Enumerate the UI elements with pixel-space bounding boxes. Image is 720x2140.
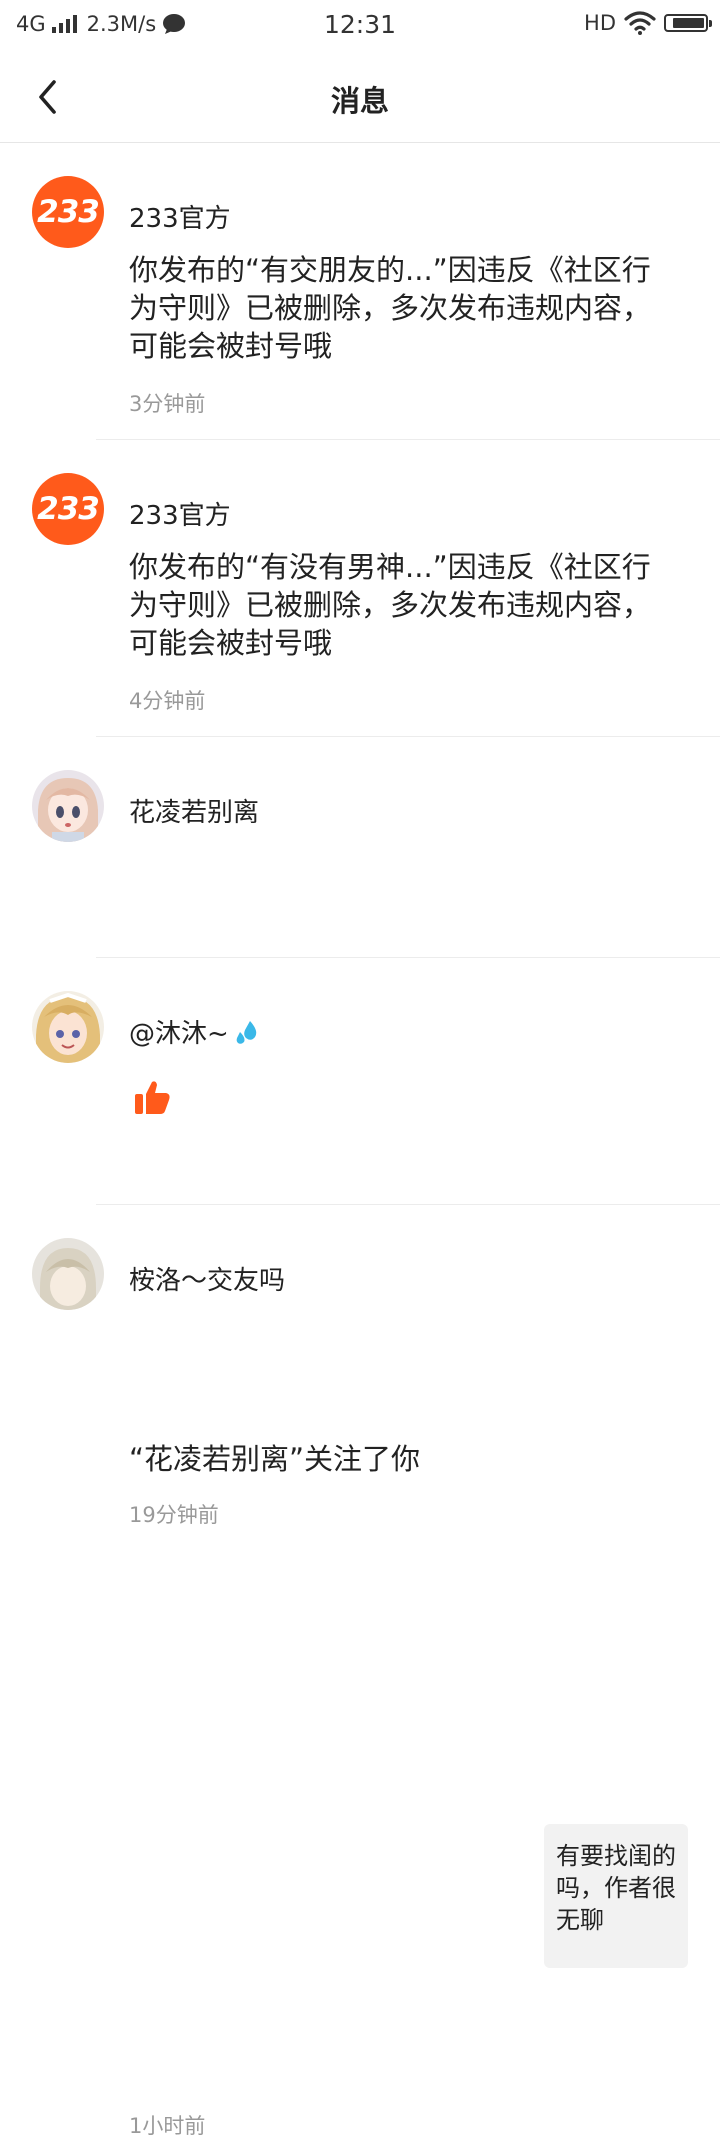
avatar[interactable]: 233 <box>32 176 104 248</box>
timestamp: 4分钟前 <box>129 689 206 713</box>
avatar[interactable] <box>32 770 104 842</box>
sender-name[interactable]: 233官方 <box>129 198 231 235</box>
nav-bar: 消息 <box>0 52 720 143</box>
thumbs-up-icon[interactable] <box>132 1078 172 1118</box>
battery-level <box>673 18 704 28</box>
sender-name[interactable]: @沐沐~ <box>129 1013 261 1050</box>
quoted-post[interactable]: 有要找闺的吗，作者很无聊 <box>544 1824 688 1968</box>
wifi-icon <box>624 11 656 35</box>
hd-indicator: HD <box>584 11 616 35</box>
timestamp: 19分钟前 <box>129 1503 219 1527</box>
timestamp: 1小时前 <box>129 2114 206 2138</box>
sender-name[interactable]: 233官方 <box>129 495 231 532</box>
avatar[interactable] <box>32 1238 104 1310</box>
list-item[interactable]: 233 233官方 你发布的“有交朋友的...”因违反《社区行为守则》已被删除，… <box>0 143 720 440</box>
avatar[interactable] <box>32 991 104 1063</box>
list-item[interactable]: 桉洛～交友吗 <box>0 1205 720 1310</box>
anime-avatar-image <box>32 770 104 842</box>
status-right: HD <box>584 11 712 35</box>
status-bar: 4G 2.3M/s 12:31 HD <box>0 0 720 52</box>
avatar[interactable]: 233 <box>32 473 104 545</box>
anime-avatar-image <box>32 1238 104 1310</box>
message-content: 你发布的“有交朋友的...”因违反《社区行为守则》已被删除，多次发布违规内容，可… <box>129 253 652 363</box>
list-item[interactable]: 233 233官方 你发布的“有没有男神...”因违反《社区行为守则》已被删除，… <box>0 440 720 737</box>
battery-icon <box>664 14 712 32</box>
message-list: 233 233官方 你发布的“有交朋友的...”因违反《社区行为守则》已被删除，… <box>0 143 720 2138</box>
message-content: “花凌若别离”关注了你 <box>129 1442 421 1476</box>
page-title: 消息 <box>330 84 389 118</box>
message-content: 你发布的“有没有男神...”因违反《社区行为守则》已被删除，多次发布违规内容，可… <box>129 550 652 660</box>
sender-name[interactable]: 花凌若别离 <box>129 792 259 829</box>
anime-avatar-image <box>32 991 104 1063</box>
list-item[interactable]: @沐沐~ 1小时前 有要找闺的吗，作者很无聊 <box>0 958 720 2138</box>
sender-name[interactable]: 桉洛～交友吗 <box>129 1260 285 1297</box>
water-drops-icon <box>236 1020 257 1044</box>
timestamp: 3分钟前 <box>129 392 206 416</box>
233-logo: 233 <box>37 194 100 230</box>
233-logo: 233 <box>37 491 100 527</box>
list-item[interactable]: 花凌若别离 “花凌若别离”关注了你 19分钟前 <box>0 737 720 1527</box>
sender-name-text: @沐沐~ <box>129 1019 229 1049</box>
